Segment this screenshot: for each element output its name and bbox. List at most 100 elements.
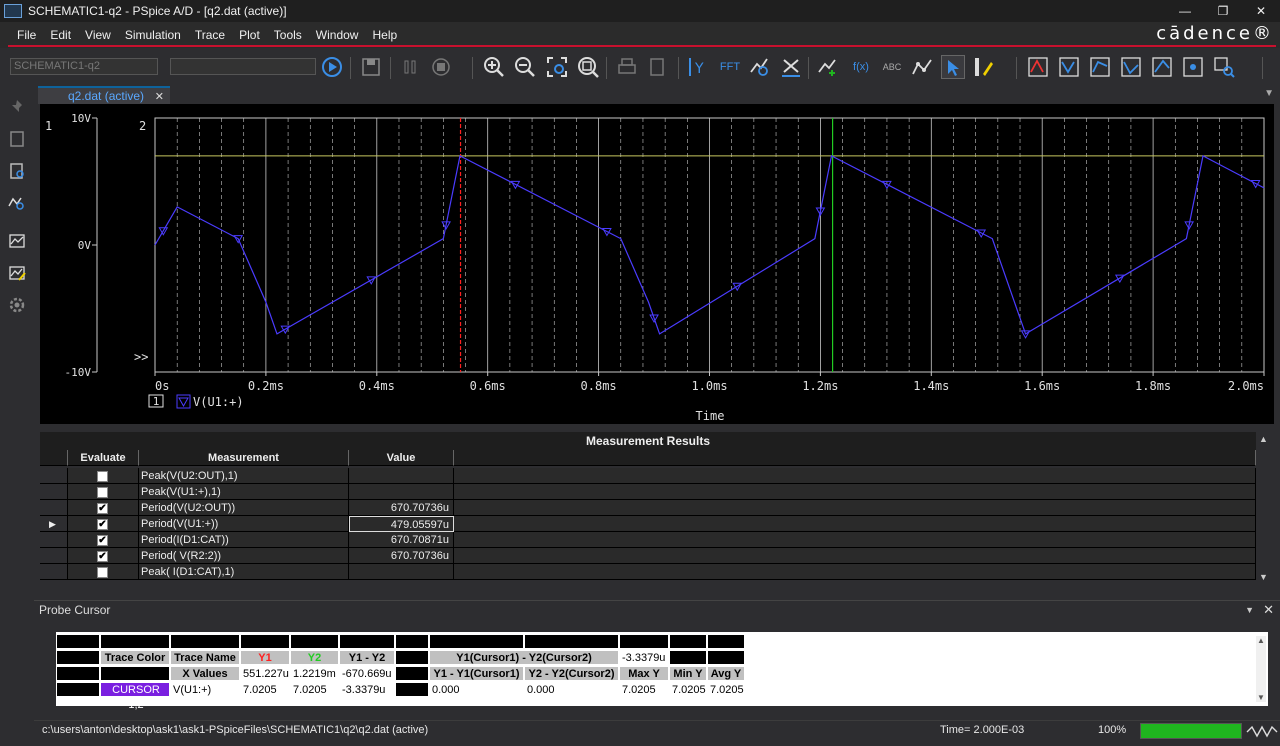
options-gear-icon[interactable] [6,294,28,316]
minimize-button[interactable]: — [1166,0,1204,22]
probe-max-y-value[interactable]: 7.0205 [619,682,669,697]
stop-icon[interactable] [429,55,453,79]
measurement-row[interactable]: ✔ Period(I(D1:CAT)) 670.70871u [40,532,1256,548]
cursor-peak-icon[interactable] [1026,55,1050,79]
measurement-row[interactable]: ✔ Period( V(R2:2)) 670.70736u [40,548,1256,564]
probe-scroll-down-icon[interactable]: ▼ [1257,693,1265,702]
row-selector[interactable] [40,468,68,484]
row-selector[interactable] [40,548,68,564]
zoom-in-icon[interactable] [482,55,506,79]
plot-edit-icon[interactable] [6,262,28,284]
zoom-area-icon[interactable] [545,55,569,79]
document-icon[interactable] [6,128,28,150]
legend-trace-label[interactable]: V(U1:+) [193,395,244,409]
run-icon[interactable] [320,55,344,79]
scroll-down-icon[interactable]: ▼ [1259,572,1268,582]
probe-row-selector[interactable] [56,666,100,681]
probe-xdiff-value[interactable]: -670.669u [339,666,395,681]
probe-avg-y-value[interactable]: 7.0205 [707,682,745,697]
evaluate-checkbox[interactable] [97,471,108,482]
waveform-zoom-icon[interactable] [6,192,28,214]
cursor-min-icon[interactable] [1119,55,1143,79]
panel-close-icon[interactable]: ✕ [1263,602,1274,618]
tab-q2-dat[interactable]: q2.dat (active) ✕ [38,86,170,104]
menu-file[interactable]: File [10,28,43,42]
measurement-value[interactable] [349,484,454,500]
menu-tools[interactable]: Tools [267,28,309,42]
print-icon[interactable] [615,55,639,79]
waveform-plot[interactable]: 1 2 10V 0V -10V >> 0s 0.2ms 0.4ms 0.6ms 0.8m… [40,104,1274,424]
profile-select[interactable]: SCHEMATIC1-q2 [10,58,158,75]
measurement-value[interactable] [349,564,454,580]
highlighter-icon[interactable] [972,55,996,79]
cursor-max-icon[interactable] [1150,55,1174,79]
measurement-row[interactable]: Peak(V(U2:OUT),1) [40,468,1256,484]
measurement-expression[interactable]: Period(V(U1:+)) [139,516,349,532]
trace-expression-icon[interactable]: f(x) [847,55,875,79]
measurement-expression[interactable]: Peak(V(U2:OUT),1) [139,468,349,484]
row-selector[interactable] [40,564,68,580]
tab-close-icon[interactable]: ✕ [155,90,164,103]
menu-help[interactable]: Help [365,28,404,42]
measurement-expression[interactable]: Period(I(D1:CAT)) [139,532,349,548]
document-search-icon[interactable] [6,160,28,182]
probe-y1-c1-value[interactable]: 0.000 [429,682,524,697]
restore-button[interactable]: ❐ [1204,0,1242,22]
cursor-point-icon[interactable] [1181,55,1205,79]
probe-ydiff-value[interactable]: -3.3379u [339,682,395,697]
probe-y2-c2-value[interactable]: 0.000 [524,682,619,697]
evaluate-checkbox[interactable] [97,567,108,578]
menu-plot[interactable]: Plot [232,28,267,42]
zoom-out-icon[interactable] [513,55,537,79]
probe-row-selector[interactable] [56,682,100,697]
col-measurement[interactable]: Measurement [139,450,349,466]
probe-row-selector[interactable] [56,634,100,649]
mark-points-icon[interactable] [910,55,934,79]
measurement-expression[interactable]: Peak(V(U1:+),1) [139,484,349,500]
probe-cursor-diff-value[interactable]: -3.3379u [619,650,669,665]
probe-y1-value[interactable]: 7.0205 [240,682,290,697]
evaluate-checkbox[interactable]: ✔ [97,551,108,562]
evaluate-checkbox[interactable]: ✔ [97,535,108,546]
menu-edit[interactable]: Edit [43,28,78,42]
plot-settings-icon[interactable] [6,230,28,252]
zoom-fit-icon[interactable] [576,55,600,79]
row-selector[interactable]: ▶ [40,516,68,532]
measurement-row[interactable]: Peak(V(U1:+),1) [40,484,1256,500]
measurement-row[interactable]: Peak( I(D1:CAT),1) [40,564,1256,580]
cursor-slope-icon[interactable] [1088,55,1112,79]
measurement-value[interactable]: 670.70736u [349,548,454,564]
measurement-expression[interactable]: Period( V(R2:2)) [139,548,349,564]
probe-x2-value[interactable]: 1.2219m [290,666,339,681]
probe-scrollbar[interactable]: ▲ ▼ [1256,636,1266,702]
col-value[interactable]: Value [349,450,454,466]
fft-icon[interactable]: FFT [716,55,744,79]
text-label-icon[interactable]: ABC [879,55,905,79]
row-selector[interactable] [40,500,68,516]
measurement-value[interactable]: 670.70736u [349,500,454,516]
menu-window[interactable]: Window [309,28,366,42]
probe-cursor-color-swatch[interactable]: CURSOR 1,2 [100,682,170,711]
measurement-value[interactable] [349,468,454,484]
menu-simulation[interactable]: Simulation [118,28,188,42]
measurement-row[interactable]: ▶ ✔ Period(V(U1:+)) 479.05597u [40,516,1256,532]
evaluate-checkbox[interactable]: ✔ [97,503,108,514]
select-cursor-icon[interactable] [941,55,965,79]
save-icon[interactable] [359,55,383,79]
performance-analysis-icon[interactable] [748,55,772,79]
row-selector[interactable] [40,532,68,548]
delete-trace-icon[interactable] [779,55,803,79]
menu-trace[interactable]: Trace [188,28,232,42]
probe-trace-name[interactable]: V(U1:+) [170,682,240,697]
measurement-expression[interactable]: Peak( I(D1:CAT),1) [139,564,349,580]
pause-icon[interactable] [398,55,422,79]
tab-list-icon[interactable]: ▼ [1264,88,1274,99]
evaluate-checkbox[interactable] [97,487,108,498]
measurement-value[interactable]: 479.05597u [349,516,454,532]
close-button[interactable]: ✕ [1242,0,1280,22]
add-trace-icon[interactable] [816,55,840,79]
probe-row-selector[interactable] [56,650,100,665]
cursor-search-icon[interactable] [1212,55,1236,79]
pin-icon[interactable] [6,96,28,118]
cursor-trough-icon[interactable] [1057,55,1081,79]
